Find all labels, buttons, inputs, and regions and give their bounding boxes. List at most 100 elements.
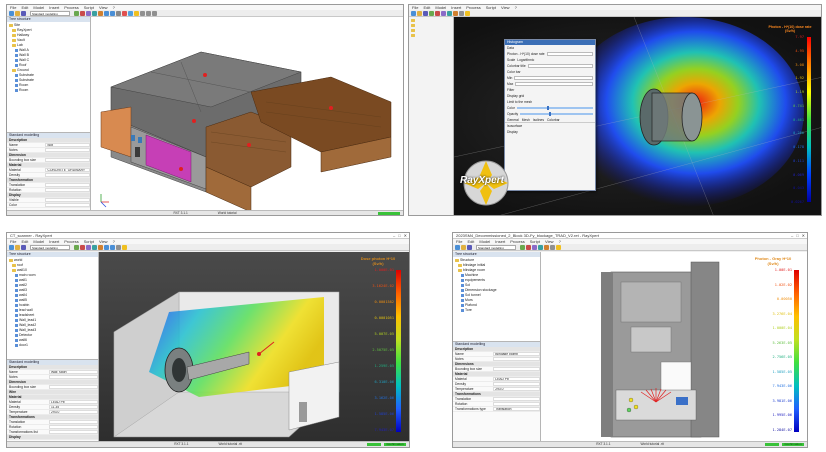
property-value[interactable]: Translation bbox=[493, 407, 540, 411]
sphere-icon[interactable] bbox=[526, 244, 531, 250]
cylinder-icon[interactable] bbox=[441, 10, 446, 16]
cone-icon[interactable] bbox=[92, 10, 97, 16]
torus-icon[interactable] bbox=[544, 244, 549, 250]
view-icon[interactable] bbox=[550, 244, 555, 250]
property-value[interactable] bbox=[45, 148, 90, 152]
sphere-icon[interactable] bbox=[435, 10, 440, 16]
property-value[interactable] bbox=[45, 173, 90, 177]
3d-viewport[interactable]: Dose photon H*10 (Sv/h) 1.000E-01 3.1624E… bbox=[99, 252, 409, 441]
view-icon[interactable] bbox=[116, 244, 121, 250]
move-icon[interactable] bbox=[104, 10, 109, 16]
new-icon[interactable] bbox=[411, 10, 416, 16]
view-icon[interactable] bbox=[459, 10, 464, 16]
tree-item[interactable]: door1 bbox=[9, 343, 96, 348]
property-value[interactable] bbox=[49, 430, 98, 434]
property-section[interactable]: Display bbox=[7, 435, 98, 440]
property-value[interactable] bbox=[493, 357, 540, 361]
box-icon[interactable] bbox=[74, 244, 79, 250]
run-icon[interactable] bbox=[465, 10, 470, 16]
box-icon[interactable] bbox=[429, 10, 434, 16]
property-value[interactable]: Box bbox=[45, 143, 90, 147]
property-value[interactable] bbox=[49, 375, 98, 379]
property-value[interactable]: 293.0 bbox=[49, 410, 98, 414]
new-icon[interactable] bbox=[9, 244, 14, 250]
opacity-slider[interactable] bbox=[520, 112, 593, 116]
cone-icon[interactable] bbox=[447, 10, 452, 16]
run-icon[interactable] bbox=[122, 244, 127, 250]
property-value[interactable] bbox=[45, 188, 90, 192]
property-value[interactable]: Wall_sport bbox=[49, 370, 98, 374]
property-value[interactable] bbox=[493, 402, 540, 406]
property-value[interactable] bbox=[493, 367, 540, 371]
torus-icon[interactable] bbox=[98, 244, 103, 250]
view-side-icon[interactable] bbox=[152, 10, 157, 16]
property-value[interactable] bbox=[49, 420, 98, 424]
3d-viewport[interactable] bbox=[91, 17, 403, 210]
detector-icon[interactable] bbox=[128, 10, 133, 16]
sphere-icon[interactable] bbox=[80, 244, 85, 250]
property-value[interactable] bbox=[49, 425, 98, 429]
cone-icon[interactable] bbox=[92, 244, 97, 250]
property-value[interactable]: CONCRETE_ORDINARY bbox=[45, 168, 90, 172]
colorbar-title-field[interactable] bbox=[527, 64, 593, 68]
save-icon[interactable] bbox=[423, 10, 428, 16]
mode-select[interactable]: Standard modelling bbox=[476, 244, 516, 250]
open-icon[interactable] bbox=[461, 244, 466, 250]
save-icon[interactable] bbox=[21, 244, 26, 250]
run-icon[interactable] bbox=[134, 10, 139, 16]
color-slider[interactable] bbox=[516, 106, 593, 110]
3d-viewport[interactable]: Photon - H*(10) dose rate (Sv/h) 7.97 4.9… bbox=[454, 17, 821, 215]
grid-icon[interactable] bbox=[116, 10, 121, 16]
mode-select[interactable]: Standard modelling bbox=[30, 10, 70, 16]
tree-item[interactable] bbox=[411, 33, 451, 38]
run-icon[interactable] bbox=[556, 244, 561, 250]
new-icon[interactable] bbox=[455, 244, 460, 250]
cylinder-icon[interactable] bbox=[532, 244, 537, 250]
tab-isolines[interactable]: Isolines bbox=[533, 118, 544, 122]
open-icon[interactable] bbox=[15, 10, 20, 16]
box-icon[interactable] bbox=[520, 244, 525, 250]
3d-viewport[interactable]: Photon - Gray H*10 (Sv/h) 1.00E-01 1.02E-… bbox=[541, 252, 807, 441]
move-icon[interactable] bbox=[104, 244, 109, 250]
tree-item[interactable]: Tore bbox=[455, 308, 538, 313]
max-field[interactable] bbox=[515, 82, 593, 86]
save-icon[interactable] bbox=[21, 10, 26, 16]
property-value[interactable] bbox=[493, 397, 540, 401]
property-value[interactable] bbox=[45, 183, 90, 187]
sphere-icon[interactable] bbox=[80, 10, 85, 16]
property-value[interactable] bbox=[49, 385, 98, 389]
property-value[interactable] bbox=[45, 158, 90, 162]
mode-select[interactable]: Standard modelling bbox=[30, 244, 70, 250]
tab-general[interactable]: General bbox=[507, 118, 519, 122]
box-icon[interactable] bbox=[74, 10, 79, 16]
property-value[interactable]: Blindage plomb bbox=[493, 352, 540, 356]
tree-item[interactable]: Room bbox=[9, 88, 88, 93]
view-front-icon[interactable] bbox=[140, 10, 145, 16]
open-icon[interactable] bbox=[15, 244, 20, 250]
data-select[interactable] bbox=[546, 52, 593, 56]
torus-icon[interactable] bbox=[453, 10, 458, 16]
property-value[interactable]: LEAD Pb bbox=[49, 400, 98, 404]
cone-icon[interactable] bbox=[538, 244, 543, 250]
property-value[interactable]: 293.0 bbox=[493, 387, 540, 391]
rotate-icon[interactable] bbox=[110, 244, 115, 250]
property-value[interactable] bbox=[493, 382, 540, 386]
confirmation-button[interactable]: Confirmation bbox=[384, 443, 406, 446]
save-icon[interactable] bbox=[467, 244, 472, 250]
torus-icon[interactable] bbox=[98, 10, 103, 16]
property-value[interactable] bbox=[45, 198, 90, 202]
rotate-icon[interactable] bbox=[110, 10, 115, 16]
cylinder-icon[interactable] bbox=[86, 10, 91, 16]
view-top-icon[interactable] bbox=[146, 10, 151, 16]
dialog-row[interactable]: Display bbox=[505, 129, 595, 135]
open-icon[interactable] bbox=[417, 10, 422, 16]
property-value[interactable]: LEAD Pb bbox=[493, 377, 540, 381]
cylinder-icon[interactable] bbox=[86, 244, 91, 250]
min-field[interactable] bbox=[514, 76, 593, 80]
tab-mesh[interactable]: Mesh bbox=[522, 118, 530, 122]
new-icon[interactable] bbox=[9, 10, 14, 16]
property-value[interactable] bbox=[45, 203, 90, 207]
property-value[interactable]: 11.35 bbox=[49, 405, 98, 409]
confirmation-button[interactable]: Confirmation bbox=[782, 443, 804, 446]
source-icon[interactable] bbox=[122, 10, 127, 16]
